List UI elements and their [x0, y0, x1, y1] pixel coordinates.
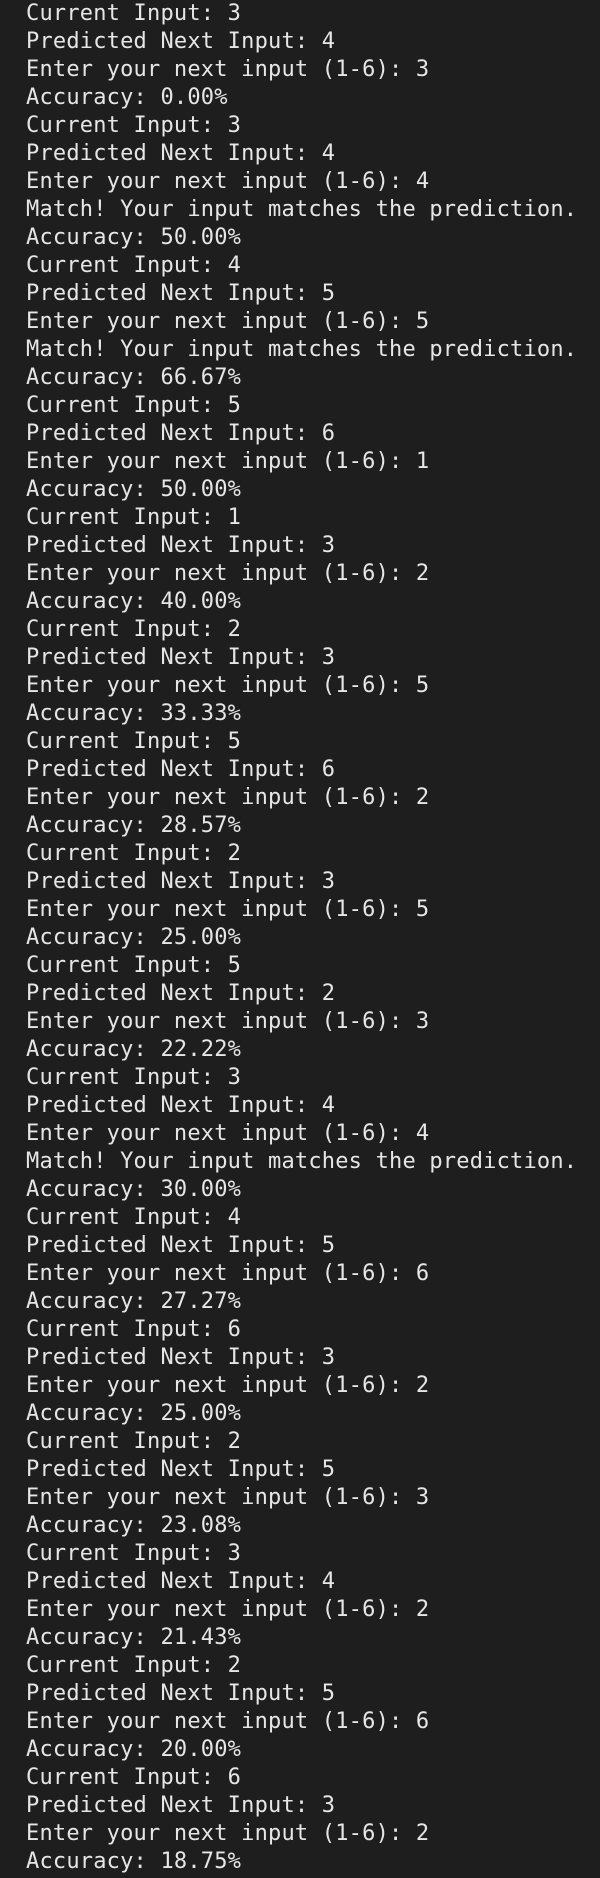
output-line: Current Input: 6	[26, 1765, 242, 1790]
output-line: Accuracy: 18.75%	[26, 1849, 242, 1874]
output-line: Predicted Next Input: 5	[26, 1457, 336, 1482]
output-line: Match! Your input matches the prediction…	[26, 197, 578, 222]
output-line: Current Input: 4	[26, 253, 242, 278]
output-line: Current Input: 2	[26, 1653, 242, 1678]
output-line: Predicted Next Input: 3	[26, 1345, 336, 1370]
output-line: Accuracy: 23.08%	[26, 1513, 242, 1538]
terminal-output[interactable]: Current Input: 3 Predicted Next Input: 4…	[0, 0, 600, 1878]
output-line: Enter your next input (1-6): 2	[26, 1821, 430, 1846]
output-line: Current Input: 2	[26, 841, 242, 866]
output-line: Accuracy: 50.00%	[26, 477, 242, 502]
output-line: Enter your next input (1-6): 5	[26, 673, 430, 698]
output-line: Enter your next input (1-6): 2	[26, 561, 430, 586]
output-line: Accuracy: 27.27%	[26, 1289, 242, 1314]
output-line: Current Input: 5	[26, 953, 242, 978]
output-line: Accuracy: 30.00%	[26, 1177, 242, 1202]
output-line: Current Input: 3	[26, 1065, 242, 1090]
output-line: Match! Your input matches the prediction…	[26, 1149, 578, 1174]
output-line: Predicted Next Input: 6	[26, 757, 336, 782]
output-line: Predicted Next Input: 3	[26, 645, 336, 670]
output-line: Predicted Next Input: 2	[26, 981, 336, 1006]
output-line: Accuracy: 20.00%	[26, 1737, 242, 1762]
output-line: Current Input: 1	[26, 505, 242, 530]
output-line: Current Input: 3	[26, 1, 242, 26]
output-line: Enter your next input (1-6): 5	[26, 309, 430, 334]
output-line: Current Input: 5	[26, 393, 242, 418]
output-line: Predicted Next Input: 4	[26, 1093, 336, 1118]
output-line: Enter your next input (1-6): 3	[26, 1485, 430, 1510]
output-line: Enter your next input (1-6): 5	[26, 897, 430, 922]
output-line: Enter your next input (1-6): 3	[26, 1009, 430, 1034]
output-line: Predicted Next Input: 4	[26, 1569, 336, 1594]
output-line: Enter your next input (1-6): 4	[26, 169, 430, 194]
output-line: Predicted Next Input: 5	[26, 1233, 336, 1258]
output-line: Accuracy: 0.00%	[26, 85, 228, 110]
output-line: Match! Your input matches the prediction…	[26, 337, 578, 362]
output-line: Accuracy: 25.00%	[26, 1401, 242, 1426]
output-line: Predicted Next Input: 4	[26, 141, 336, 166]
output-line: Accuracy: 28.57%	[26, 813, 242, 838]
output-line: Current Input: 2	[26, 617, 242, 642]
output-line: Accuracy: 21.43%	[26, 1625, 242, 1650]
output-line: Accuracy: 66.67%	[26, 365, 242, 390]
output-line: Accuracy: 33.33%	[26, 701, 242, 726]
output-line: Predicted Next Input: 3	[26, 1793, 336, 1818]
output-line: Accuracy: 40.00%	[26, 589, 242, 614]
output-line: Enter your next input (1-6): 4	[26, 1121, 430, 1146]
output-line: Current Input: 6	[26, 1317, 242, 1342]
output-line: Predicted Next Input: 5	[26, 281, 336, 306]
output-line: Enter your next input (1-6): 2	[26, 1597, 430, 1622]
output-line: Current Input: 3	[26, 1541, 242, 1566]
output-line: Predicted Next Input: 4	[26, 29, 336, 54]
output-line: Current Input: 3	[26, 113, 242, 138]
output-line: Enter your next input (1-6): 3	[26, 57, 430, 82]
output-line: Accuracy: 50.00%	[26, 225, 242, 250]
output-line: Enter your next input (1-6): 6	[26, 1261, 430, 1286]
output-line: Enter your next input (1-6): 2	[26, 785, 430, 810]
output-line: Enter your next input (1-6): 1	[26, 449, 430, 474]
output-line: Accuracy: 25.00%	[26, 925, 242, 950]
output-line: Predicted Next Input: 3	[26, 869, 336, 894]
output-line: Enter your next input (1-6): 6	[26, 1709, 430, 1734]
output-line: Predicted Next Input: 6	[26, 421, 336, 446]
output-line: Predicted Next Input: 5	[26, 1681, 336, 1706]
output-line: Current Input: 5	[26, 729, 242, 754]
output-line: Accuracy: 22.22%	[26, 1037, 242, 1062]
output-line: Predicted Next Input: 3	[26, 533, 336, 558]
output-line: Current Input: 4	[26, 1205, 242, 1230]
output-line: Enter your next input (1-6): 2	[26, 1373, 430, 1398]
output-line: Current Input: 2	[26, 1429, 242, 1454]
